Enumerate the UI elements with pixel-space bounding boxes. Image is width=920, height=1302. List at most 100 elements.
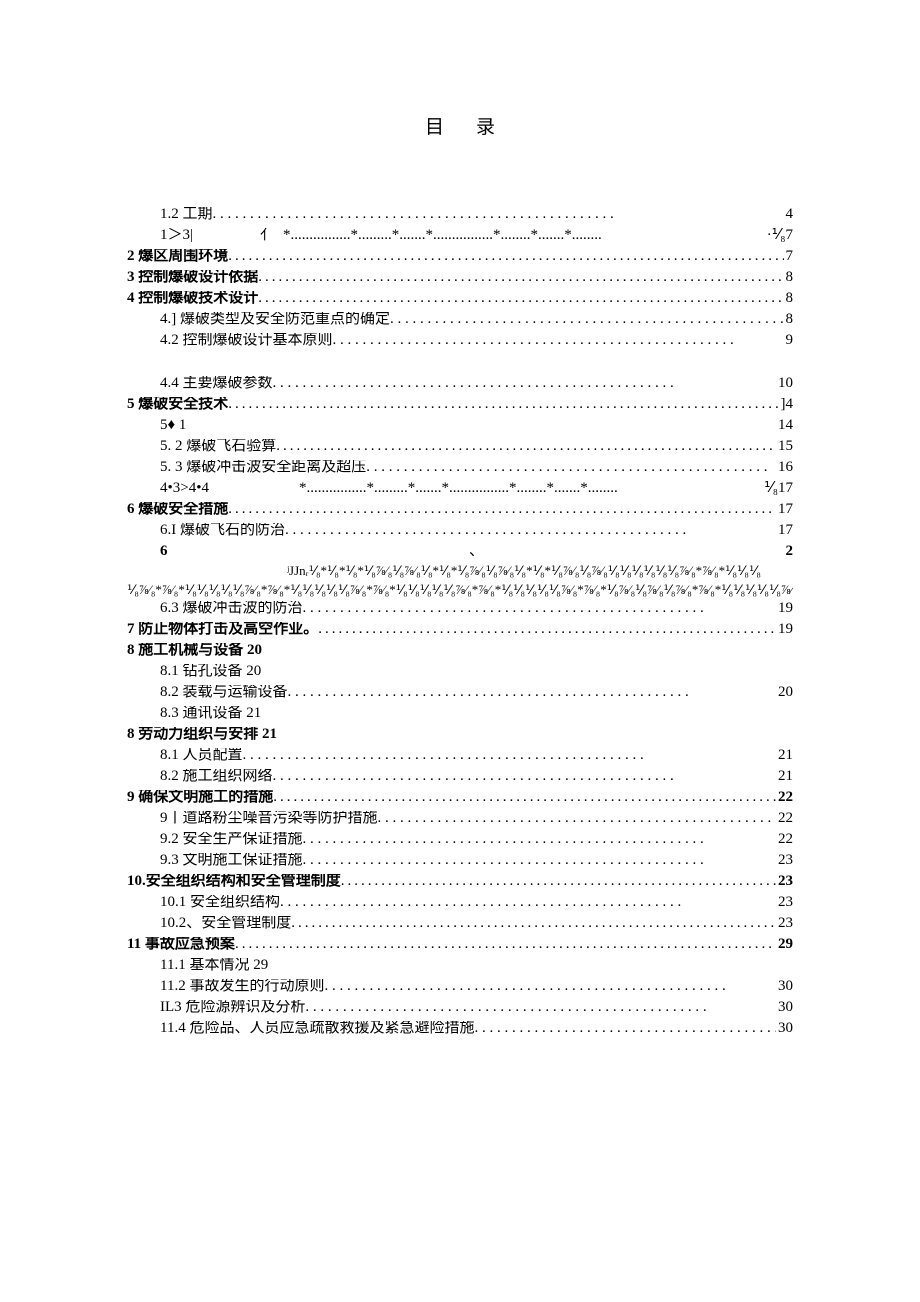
toc-leader bbox=[228, 502, 776, 517]
toc-page-num: 21 bbox=[776, 748, 793, 763]
toc-entry: 11 事故应急预案 29 bbox=[127, 937, 793, 952]
toc-page-num: ⅟₈17 bbox=[762, 481, 793, 496]
toc-page-num: 22 bbox=[776, 790, 793, 805]
toc-leader bbox=[273, 790, 776, 805]
toc-label: 4.4 主要爆破参数 bbox=[160, 376, 273, 391]
toc-leader bbox=[318, 622, 776, 637]
toc-entry: 5. 3 爆破冲击波安全距离及超压 16 bbox=[127, 460, 793, 475]
toc-entry: 11.2 事故发生的行动原则 30 bbox=[127, 979, 793, 994]
toc-leader bbox=[258, 291, 783, 306]
toc-page-num: 23 bbox=[776, 895, 793, 910]
toc-entry: 5. 2 爆破飞石验算 15 bbox=[127, 439, 793, 454]
toc-page-num: 17 bbox=[776, 523, 793, 538]
toc-page-num: 10 bbox=[776, 376, 793, 391]
toc-page-num: ·⅟₈7 bbox=[765, 228, 793, 243]
toc-label: 7 防止物体打击及高空作业。 bbox=[127, 622, 318, 637]
toc-leader bbox=[324, 979, 776, 994]
toc-leader bbox=[303, 853, 776, 868]
toc-label: IL3 危险源辨识及分析 bbox=[160, 1000, 305, 1015]
toc-entry: 4 控制爆破技术设计 8 bbox=[127, 291, 793, 306]
toc-page-num: 8 bbox=[784, 291, 794, 306]
toc-label: 1＞3| bbox=[160, 228, 193, 243]
toc-entry: 4.] 爆破类型及安全防范重点的确定 8 bbox=[127, 312, 793, 327]
toc-entry: 6 爆破安全措施 17 bbox=[127, 502, 793, 517]
toc-page-num: 8 bbox=[784, 270, 794, 285]
toc-label: 11.2 事故发生的行动原则 bbox=[160, 979, 324, 994]
toc-leader bbox=[273, 769, 776, 784]
toc-entry: 10.1 安全组织结构 23 bbox=[127, 895, 793, 910]
toc-label: 10.安全组织结构和安全管理制度 bbox=[127, 874, 341, 889]
toc-leader bbox=[280, 895, 776, 910]
toc-leader bbox=[390, 312, 784, 327]
toc-entry: 8 劳动力组织与安排 21 bbox=[127, 727, 793, 742]
toc-leader bbox=[288, 685, 776, 700]
toc-leader bbox=[303, 601, 776, 616]
toc-label: 6 爆破安全措施 bbox=[127, 502, 228, 517]
toc-leader bbox=[243, 748, 776, 763]
toc-entry: 8.1 人员配置 21 bbox=[127, 748, 793, 763]
toc-leader bbox=[285, 523, 776, 538]
toc-label: 11.1 基本情况 29 bbox=[160, 958, 268, 973]
toc-entry: 10.安全组织结构和安全管理制度 23 bbox=[127, 874, 793, 889]
toc-label: 8.3 通讯设备 21 bbox=[160, 706, 261, 721]
toc-page-num: 14 bbox=[778, 418, 793, 433]
toc-entry: 1＞3| 亻 ·⅟₈7 bbox=[127, 228, 793, 243]
toc-page-num: 15 bbox=[776, 439, 793, 454]
toc-glyph: 亻 bbox=[193, 228, 283, 243]
toc-entry: 2 爆区周围环境 7 bbox=[127, 249, 793, 264]
garbled-text: ⅟₈⅞⁄₈*⅞⁄₈*⅟₈⅟₈⅟₈⅟₈⅟₈⅞⁄₈*⅞⁄₈*⅟₈⅟₈⅟₈⅟₈⅟₈⅞⁄… bbox=[127, 582, 793, 599]
toc-page: 目录 1.2 工期 4 1＞3| 亻 ·⅟₈7 2 爆区周围环境 7 3 控制爆… bbox=[0, 0, 920, 1036]
toc-label: 8.1 人员配置 bbox=[160, 748, 243, 763]
toc-page-num: 22 bbox=[776, 811, 793, 826]
toc-label: 11.4 危险品、人员应急疏散救援及紧急避险措施 bbox=[160, 1021, 474, 1036]
toc-page-num: 8 bbox=[784, 312, 794, 327]
toc-page-num: 19 bbox=[776, 601, 793, 616]
toc-label: 4.2 控制爆破设计基本原则 bbox=[160, 333, 333, 348]
toc-label: 5. 2 爆破飞石验算 bbox=[160, 439, 276, 454]
toc-label: 11 事故应急预案 bbox=[127, 937, 235, 952]
toc-entry-fragment: 6 、 2 bbox=[127, 544, 793, 559]
toc-label: 6 bbox=[160, 544, 168, 559]
toc-label: 4.] 爆破类型及安全防范重点的确定 bbox=[160, 312, 390, 327]
toc-page-num: 20 bbox=[776, 685, 793, 700]
toc-leader bbox=[283, 228, 765, 243]
toc-page-num: 16 bbox=[776, 460, 793, 475]
toc-page-num: 23 bbox=[776, 853, 793, 868]
toc-entry: 4.2 控制爆破设计基本原则 9 bbox=[127, 333, 793, 348]
page-title: 目录 bbox=[127, 118, 793, 137]
toc-leader bbox=[235, 937, 776, 952]
toc-label: 9.3 文明施工保证措施 bbox=[160, 853, 303, 868]
toc-entry: 8.2 装载与运输设备 20 bbox=[127, 685, 793, 700]
toc-label: 1.2 工期 bbox=[160, 207, 213, 222]
toc-entry: 3 控制爆破设计依据 8 bbox=[127, 270, 793, 285]
toc-leader bbox=[333, 333, 784, 348]
toc-label: 4 控制爆破技术设计 bbox=[127, 291, 258, 306]
toc-label: 8 施工机械与设备 20 bbox=[127, 643, 262, 658]
toc-entry: 10.2、安全管理制度 23 bbox=[127, 916, 793, 931]
toc-entry: 8.1 钻孔设备 20 bbox=[127, 664, 793, 679]
toc-page-num: 23 bbox=[776, 874, 793, 889]
toc-label: 10.2、安全管理制度 bbox=[160, 916, 291, 931]
toc-label: 4•3>4•4 bbox=[160, 481, 209, 496]
toc-entry: 8 施工机械与设备 20 bbox=[127, 643, 793, 658]
toc-page-num: 22 bbox=[776, 832, 793, 847]
toc-leader bbox=[299, 481, 762, 496]
toc-leader bbox=[213, 207, 784, 222]
toc-leader bbox=[291, 916, 776, 931]
toc-entry: 11.1 基本情况 29 bbox=[127, 958, 793, 973]
toc-page-num: ]4 bbox=[779, 397, 794, 412]
toc-label: 9 确保文明施工的措施 bbox=[127, 790, 273, 805]
toc-page-num: 19 bbox=[776, 622, 793, 637]
toc-label: 2 爆区周围环境 bbox=[127, 249, 228, 264]
toc-page-num: 4 bbox=[784, 207, 794, 222]
toc-entry: 9.2 安全生产保证措施 22 bbox=[127, 832, 793, 847]
toc-entry: 4.4 主要爆破参数 10 bbox=[127, 376, 793, 391]
toc-entry: 9 确保文明施工的措施 22 bbox=[127, 790, 793, 805]
toc-leader bbox=[305, 1000, 776, 1015]
toc-page-num: 23 bbox=[776, 916, 793, 931]
toc-leader bbox=[228, 397, 778, 412]
toc-label: 9.2 安全生产保证措施 bbox=[160, 832, 303, 847]
toc-entry: 9.3 文明施工保证措施 23 bbox=[127, 853, 793, 868]
toc-label: 8.1 钻孔设备 20 bbox=[160, 664, 261, 679]
toc-leader bbox=[366, 460, 776, 475]
